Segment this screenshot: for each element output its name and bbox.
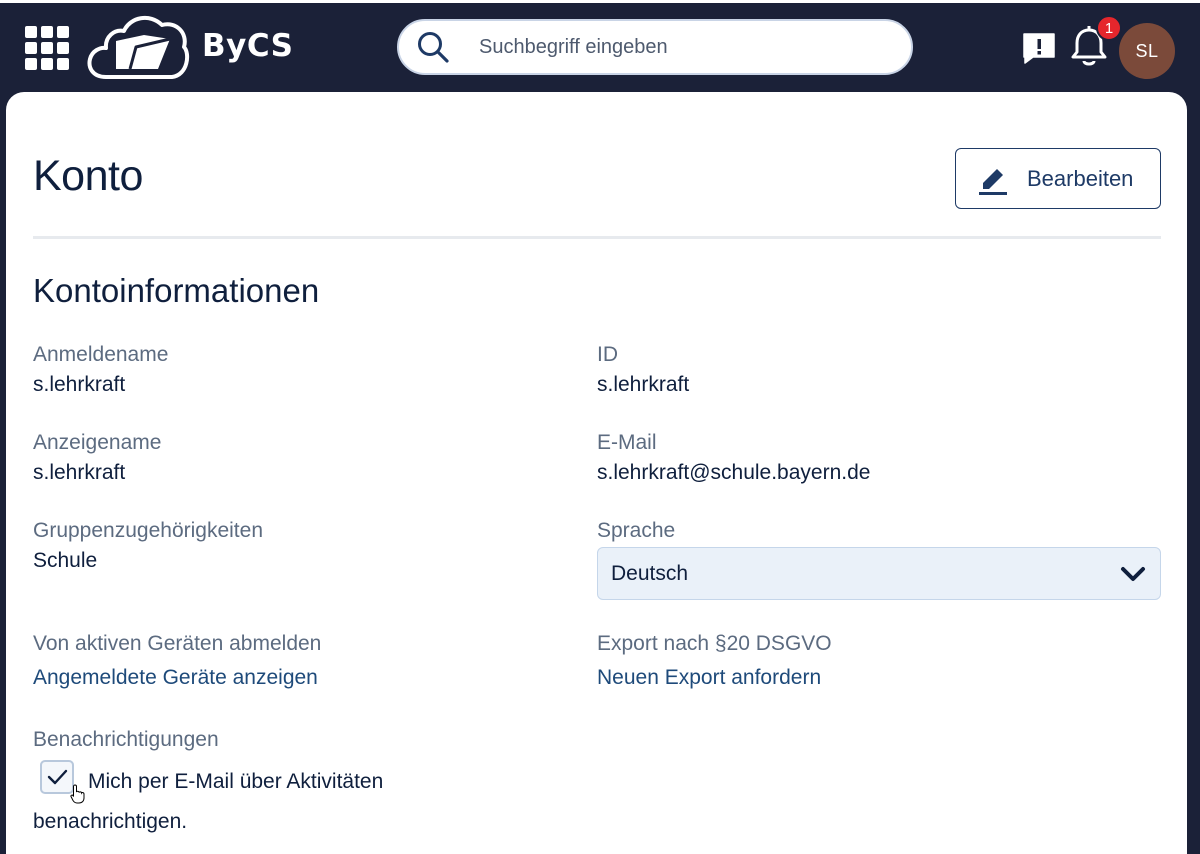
chevron-down-icon [1121, 566, 1145, 581]
login-name-value: s.lehrkraft [33, 373, 126, 396]
section-title: Kontoinformationen [33, 272, 320, 309]
search-input[interactable] [479, 35, 879, 59]
feedback-icon[interactable] [1021, 31, 1057, 65]
language-select[interactable]: Deutsch [597, 547, 1161, 600]
language-label: Sprache [597, 519, 676, 542]
groups-value: Schule [33, 549, 98, 572]
id-value: s.lehrkraft [597, 373, 690, 396]
notifications-checkbox[interactable] [40, 760, 74, 794]
bycs-cloud-logo-icon [86, 11, 190, 81]
edit-button[interactable]: Bearbeiten [955, 148, 1161, 209]
hand-cursor-icon [70, 784, 85, 804]
display-name-value: s.lehrkraft [33, 461, 126, 484]
page-title: Konto [33, 152, 143, 200]
logo-text: ByCS [202, 28, 294, 64]
id-label: ID [597, 343, 618, 366]
bycs-logo[interactable]: ByCS [86, 11, 294, 81]
account-card: Konto Bearbeiten Kontoinformationen Anme… [6, 92, 1187, 854]
checkmark-icon [47, 769, 68, 785]
export-label: Export nach §20 DSGVO [597, 632, 832, 655]
app-header: ByCS 1 SL [0, 3, 1200, 92]
email-value: s.lehrkraft@schule.bayern.de [597, 461, 871, 484]
devices-label: Von aktiven Geräten abmelden [33, 632, 322, 655]
notifications-label: Benachrichtigungen [33, 728, 219, 751]
app-grid-icon[interactable] [25, 26, 70, 71]
groups-label: Gruppenzugehörigkeiten [33, 519, 263, 542]
notification-badge: 1 [1096, 15, 1122, 41]
email-label: E-Mail [597, 431, 657, 454]
pencil-icon [979, 168, 1007, 195]
notifications-checkbox-label[interactable]: Mich per E-Mail über Aktivitäten benachr… [33, 762, 463, 842]
display-name-label: Anzeigename [33, 431, 162, 454]
avatar[interactable]: SL [1119, 23, 1175, 79]
edit-button-label: Bearbeiten [1027, 165, 1134, 191]
search-bar[interactable] [397, 19, 913, 75]
search-icon [418, 32, 449, 63]
login-name-label: Anmeldename [33, 343, 169, 366]
language-selected-value: Deutsch [611, 561, 689, 585]
title-divider [33, 236, 1161, 239]
request-export-link[interactable]: Neuen Export anfordern [597, 666, 821, 690]
show-devices-link[interactable]: Angemeldete Geräte anzeigen [33, 666, 318, 690]
